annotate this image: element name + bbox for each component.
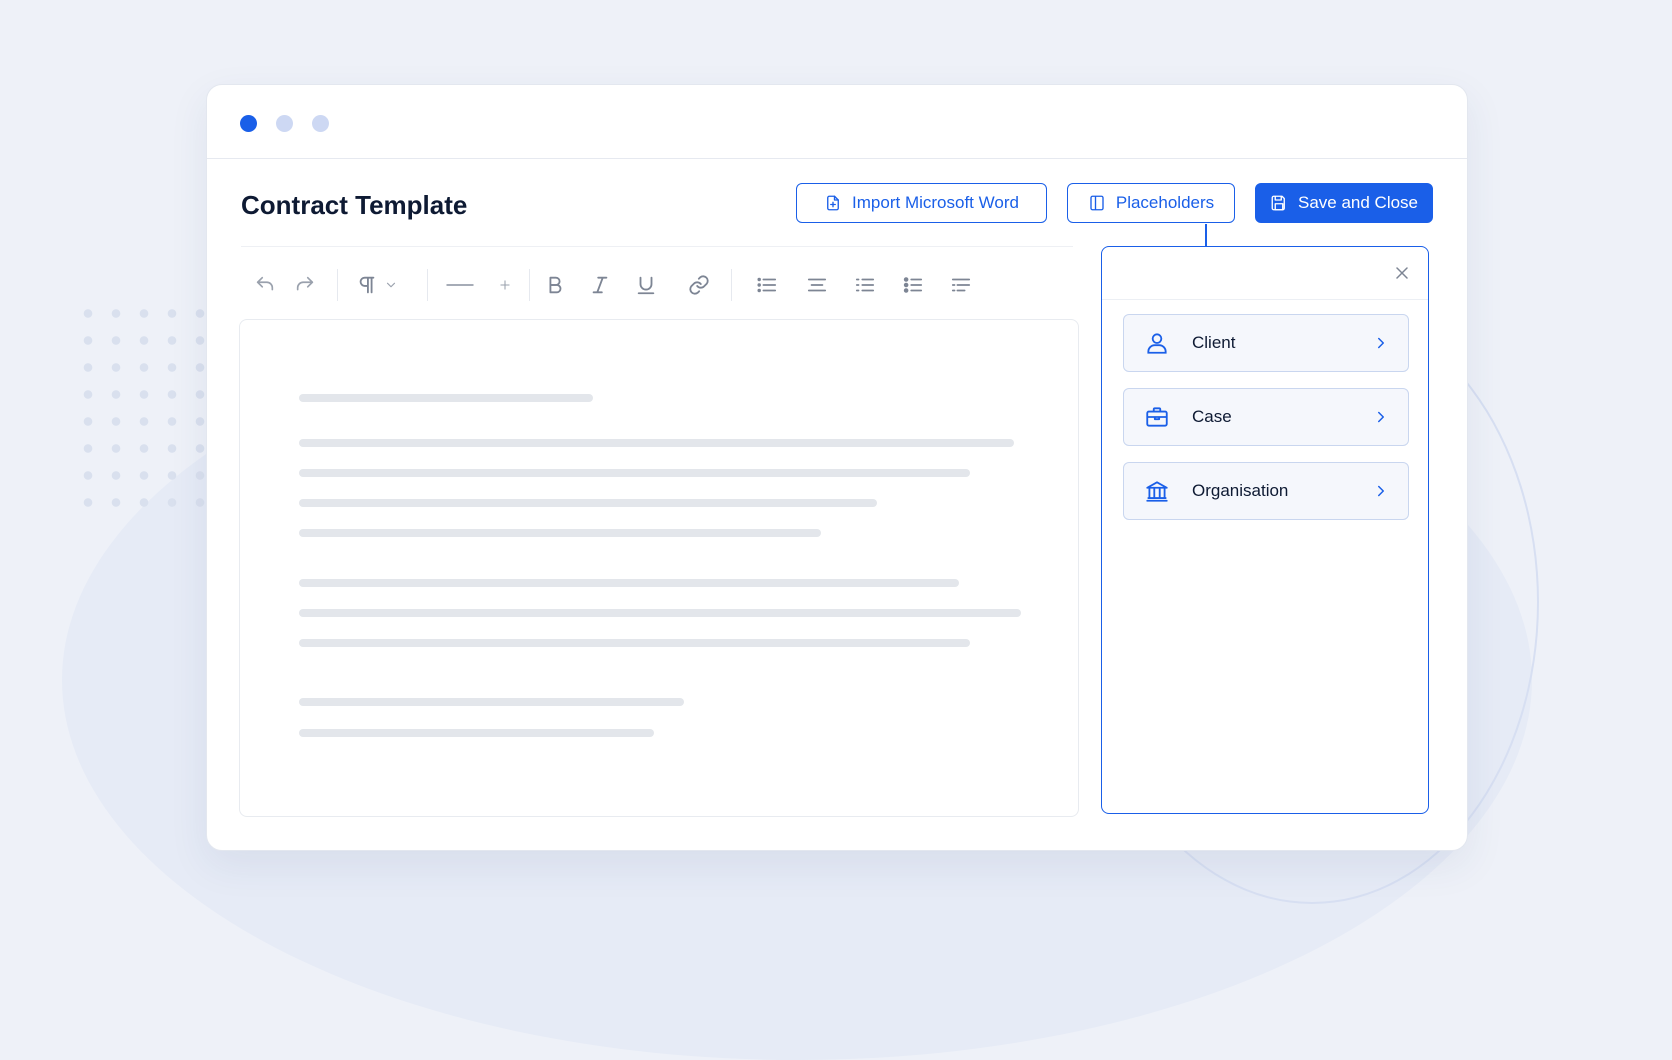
save-icon [1271, 195, 1285, 211]
window-dot-maximize[interactable] [312, 115, 329, 132]
background-dot-grid [74, 300, 214, 510]
chevron-right-icon [1372, 334, 1390, 352]
italic-icon[interactable] [586, 271, 614, 299]
text-line-placeholder [299, 529, 821, 537]
import-word-button[interactable]: Import Microsoft Word [796, 183, 1047, 223]
window-titlebar [207, 85, 1467, 159]
text-line-placeholder [299, 698, 684, 706]
placeholders-label: Placeholders [1115, 193, 1215, 212]
file-plus-icon [827, 195, 839, 211]
bank-icon [1144, 478, 1170, 504]
panel-connector [1205, 224, 1207, 247]
text-line-placeholder [299, 609, 1021, 617]
text-line-placeholder [299, 639, 970, 647]
briefcase-icon [1144, 404, 1170, 430]
placeholder-item-organisation[interactable]: Organisation [1123, 462, 1409, 520]
placeholder-item-label: Organisation [1192, 481, 1289, 500]
toolbar-separator [731, 269, 732, 301]
toolbar-separator [529, 269, 530, 301]
bullet-list-icon[interactable] [851, 271, 879, 299]
window-dot-close[interactable] [240, 115, 257, 132]
chevron-right-icon [1372, 408, 1390, 426]
save-and-close-label: Save and Close [1297, 193, 1419, 212]
placeholder-item-client[interactable]: Client [1123, 314, 1409, 372]
align-icon[interactable] [803, 271, 831, 299]
plus-icon[interactable] [491, 271, 519, 299]
text-line-placeholder [299, 579, 959, 587]
document-editor[interactable] [239, 319, 1079, 817]
save-and-close-button[interactable]: Save and Close [1255, 183, 1433, 223]
chevron-down-icon[interactable] [381, 271, 401, 299]
horizontal-rule-icon[interactable] [443, 271, 477, 299]
placeholder-item-case[interactable]: Case [1123, 388, 1409, 446]
placeholders-button[interactable]: Placeholders [1067, 183, 1235, 223]
text-line-placeholder [299, 439, 1014, 447]
toolbar-divider [241, 246, 1073, 247]
ordered-list-icon[interactable] [899, 271, 927, 299]
window-dot-minimize[interactable] [276, 115, 293, 132]
text-line-placeholder [299, 469, 970, 477]
placeholder-item-label: Client [1192, 333, 1236, 352]
app-window: Contract Template Import Microsoft Word … [206, 84, 1468, 851]
redo-icon[interactable] [291, 271, 319, 299]
panel-header [1102, 247, 1428, 300]
person-icon [1144, 330, 1170, 356]
undo-icon[interactable] [251, 271, 279, 299]
page-title: Contract Template [241, 190, 468, 220]
chevron-right-icon [1372, 482, 1390, 500]
toolbar-separator [427, 269, 428, 301]
underline-icon[interactable] [632, 271, 660, 299]
link-icon[interactable] [685, 271, 713, 299]
toolbar-separator [337, 269, 338, 301]
text-line-placeholder [299, 729, 654, 737]
checklist-icon[interactable] [947, 271, 975, 299]
placeholders-panel: Client Case Organisation [1101, 246, 1429, 814]
bold-icon[interactable] [541, 271, 569, 299]
paragraph-icon[interactable] [353, 271, 381, 299]
list-icon[interactable] [753, 271, 781, 299]
editor-toolbar [241, 261, 1073, 309]
import-word-label: Import Microsoft Word [852, 193, 1019, 212]
panel-icon [1090, 195, 1104, 211]
placeholder-item-label: Case [1192, 407, 1232, 426]
text-line-placeholder [299, 499, 877, 507]
close-icon[interactable] [1390, 261, 1414, 285]
text-line-placeholder [299, 394, 593, 402]
